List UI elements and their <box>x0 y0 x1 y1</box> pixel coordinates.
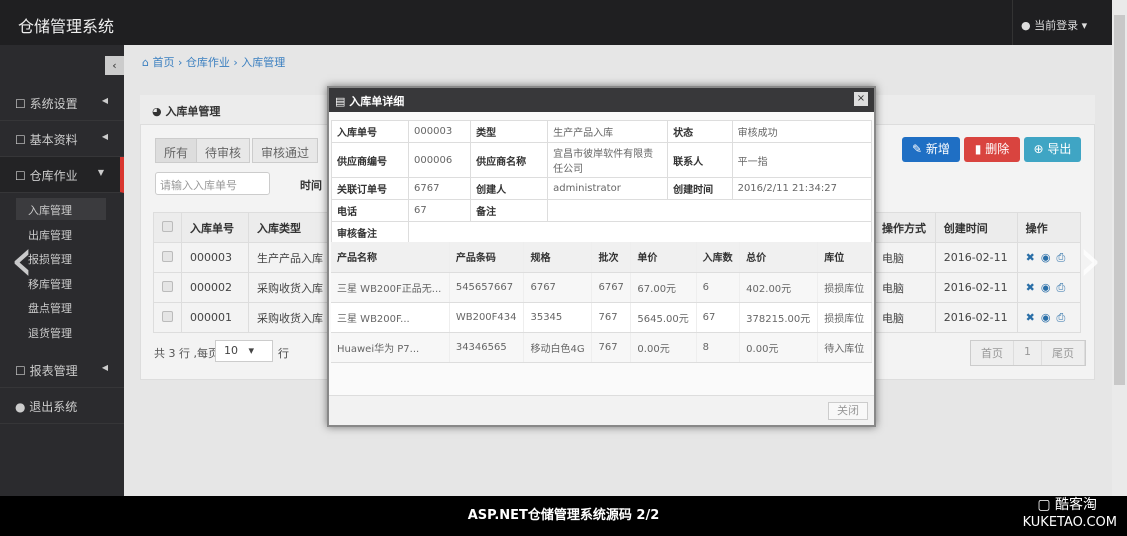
next-slide-icon[interactable]: › <box>1078 225 1102 295</box>
modal-header: ▤ 入库单详细 <box>329 88 874 112</box>
sidebar-item-logout[interactable]: ● 退出系统 <box>0 388 124 424</box>
view-icon[interactable]: ◉ <box>1041 311 1051 324</box>
watermark-name: ▢ 酷客淘 <box>1037 497 1097 513</box>
select-all-checkbox[interactable] <box>162 220 173 232</box>
user-menu[interactable]: ● 当前登录 ▾ <box>1012 0 1112 45</box>
caret-left-icon: ◀ <box>101 96 108 105</box>
delete-icon[interactable]: ✖ <box>1026 281 1035 294</box>
delete-icon[interactable]: ✖ <box>1026 251 1035 264</box>
prev-slide-icon[interactable]: ‹ <box>10 225 34 295</box>
app-title: 仓储管理系统 <box>18 17 115 36</box>
caret-down-icon: ▼ <box>97 168 104 177</box>
row-checkbox[interactable] <box>162 280 173 292</box>
print-icon[interactable]: ⎙ <box>1056 311 1065 324</box>
breadcrumb-inbound[interactable]: 入库管理 <box>241 56 285 69</box>
sidebar-sub-inbound[interactable]: 入库管理 <box>16 198 106 220</box>
rows-unit: 行 <box>278 347 289 360</box>
delete-icon[interactable]: ✖ <box>1026 311 1035 324</box>
caption-bar: ASP.NET仓储管理系统源码 2/2 <box>0 496 1127 536</box>
view-icon[interactable]: ◉ <box>1041 251 1051 264</box>
caret-left-icon: ◀ <box>101 132 108 141</box>
row-count: 共 3 行 ,每页 <box>154 347 219 360</box>
page-size-select[interactable]: 10 ▾ <box>215 340 273 362</box>
sidebar-item-warehouse[interactable]: ☐ 仓库作业 ▼ <box>0 157 124 193</box>
export-button[interactable]: ⊕ 导出 <box>1024 137 1081 162</box>
last-page-button[interactable]: 尾页 <box>1042 341 1085 365</box>
watermark-url: KUKETAO.COM <box>1022 515 1117 530</box>
product-row: Huawei华为 P7... 34346565 移动白色4G 767 0.00元 8 0.0… <box>331 332 872 363</box>
detail-info-table: 入库单号 000003 类型 生产产品入库 状态 审核成功 供应商编号 000006 供应商名… <box>330 120 873 244</box>
time-label: 时间 <box>300 179 322 192</box>
sidebar-sub-inventory[interactable]: 盘点管理 <box>16 296 106 318</box>
modal-close-icon[interactable]: × <box>854 92 868 106</box>
sidebar-sub-return[interactable]: 退货管理 <box>16 321 106 343</box>
tab-all[interactable]: 所有 <box>155 138 198 163</box>
view-icon[interactable]: ◉ <box>1041 281 1051 294</box>
first-page-button[interactable]: 首页 <box>971 341 1014 365</box>
print-icon[interactable]: ⎙ <box>1056 281 1065 294</box>
row-checkbox[interactable] <box>162 310 173 322</box>
product-row: 三星 WB200F正品无... 545657667 6767 6767 67.00元 6 4… <box>331 272 872 303</box>
top-navbar <box>0 0 1112 45</box>
add-button[interactable]: ✎ 新增 <box>902 137 960 162</box>
sidebar-item-reports[interactable]: ☐ 报表管理 ◀ <box>0 352 124 388</box>
page-1-button[interactable]: 1 <box>1014 341 1042 365</box>
delete-button[interactable]: ▮ 删除 <box>964 137 1020 162</box>
product-row: 三星 WB200F... WB200F434 35345 767 5645.00元 67 3… <box>331 302 872 333</box>
product-table: 产品名称 产品条码 规格 批次 单价 入库数 总价 库位 三星 WB200F正品无... 545… <box>331 242 872 363</box>
user-icon: ● <box>1021 19 1031 32</box>
breadcrumb: ⌂ 首页 › 仓库作业 › 入库管理 <box>142 56 286 69</box>
scrollbar-thumb[interactable] <box>1114 15 1125 385</box>
breadcrumb-warehouse[interactable]: 仓库作业 <box>186 56 230 69</box>
inbound-detail-modal: ▤ 入库单详细 × 入库单号 000003 类型 生产产品入库 状态 审核成功 供应商编号… <box>327 86 876 427</box>
search-input[interactable]: 请输入入库单号 <box>155 172 270 195</box>
user-label: 当前登录 <box>1034 19 1079 32</box>
sidebar-item-basic[interactable]: ☐ 基本资料 ◀ <box>0 121 124 157</box>
pagination: 首页 1 尾页 <box>970 340 1086 366</box>
caret-left-icon: ◀ <box>101 363 108 372</box>
sidebar-item-system[interactable]: ☐ 系统设置 ◀ <box>0 85 124 121</box>
breadcrumb-home[interactable]: 首页 <box>152 56 174 69</box>
tab-approved[interactable]: 审核通过 <box>252 138 319 163</box>
modal-footer: 关闭 <box>329 395 874 425</box>
close-button[interactable]: 关闭 <box>828 402 868 420</box>
print-icon[interactable]: ⎙ <box>1056 251 1065 264</box>
row-checkbox[interactable] <box>162 250 173 262</box>
tab-pending[interactable]: 待审核 <box>196 138 251 163</box>
sidebar-collapse-button[interactable]: ‹ <box>105 56 124 75</box>
